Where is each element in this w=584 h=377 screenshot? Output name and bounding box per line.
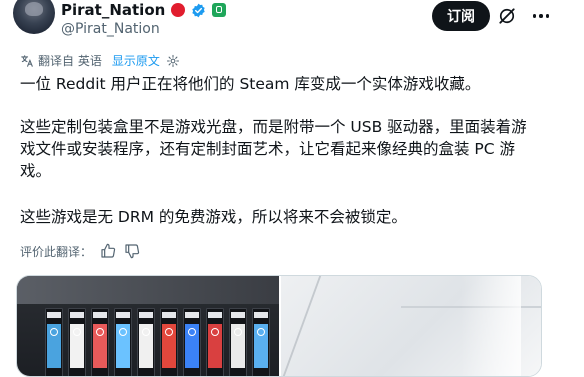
box-label [208,312,222,318]
game-box [114,308,132,376]
subscribe-button[interactable]: 订阅 [432,1,490,31]
steam-logo-icon [234,328,242,336]
affiliate-badge-icon [212,3,227,17]
case-highlight [461,276,521,376]
translate-icon [21,54,33,67]
steam-logo-icon [96,328,104,336]
author-display-name[interactable]: Pirat_Nation [61,1,165,19]
game-box [91,308,109,376]
game-box [183,308,201,376]
game-box [160,308,178,376]
game-box [252,308,270,376]
box-label [162,312,176,318]
box-label [185,312,199,318]
more-options-icon[interactable] [529,5,553,27]
translated-from-label: 翻译自 英语 [38,54,102,68]
grok-icon[interactable] [497,6,517,26]
steam-logo-icon [211,328,219,336]
steam-logo-icon [142,328,150,336]
thumbs-down-icon[interactable] [124,243,140,259]
box-label [47,312,61,318]
steam-logo-icon [165,328,173,336]
show-original-link[interactable]: 显示原文 [112,52,160,69]
game-box [68,308,86,376]
tweet-media[interactable] [16,275,542,377]
box-label [70,312,84,318]
author-avatar[interactable] [13,0,55,34]
red-circle-badge-icon [171,3,186,17]
game-box [137,308,155,376]
translation-info: 翻译自 英语 显示原文 [20,52,180,69]
rate-translation-label: 评价此翻译： [20,244,93,259]
tweet-paragraph: 一位 Reddit 用户正在将他们的 Steam 库变成一个实体游戏收藏。 [20,75,481,93]
tweet-paragraph: 这些游戏是无 DRM 的免费游戏，所以将来不会被锁定。 [20,208,407,226]
box-label [231,312,245,318]
image-background [17,276,279,304]
steam-logo-icon [257,328,265,336]
media-image-plastic-case[interactable] [281,276,541,376]
tweet-paragraph: 这些定制包装盒里不是游戏光盘，而是附带一个 USB 驱动器，里面装着游戏文件或安… [20,118,527,180]
game-box [206,308,224,376]
rate-translation-row: 评价此翻译： [20,242,140,260]
box-label [116,312,130,318]
box-label [254,312,268,318]
gear-icon[interactable] [166,54,180,68]
case-edge [282,276,322,376]
steam-logo-icon [119,328,127,336]
steam-logo-icon [188,328,196,336]
media-image-game-boxes[interactable] [17,276,279,376]
verified-badge-icon [192,3,205,17]
steam-logo-icon [73,328,81,336]
thumbs-up-icon[interactable] [100,243,116,259]
box-label [93,312,107,318]
steam-logo-icon [50,328,58,336]
game-box [229,308,247,376]
box-label [139,312,153,318]
author-name-row: Pirat_Nation [61,0,227,20]
game-box [45,308,63,376]
author-handle[interactable]: @Pirat_Nation [61,21,160,37]
